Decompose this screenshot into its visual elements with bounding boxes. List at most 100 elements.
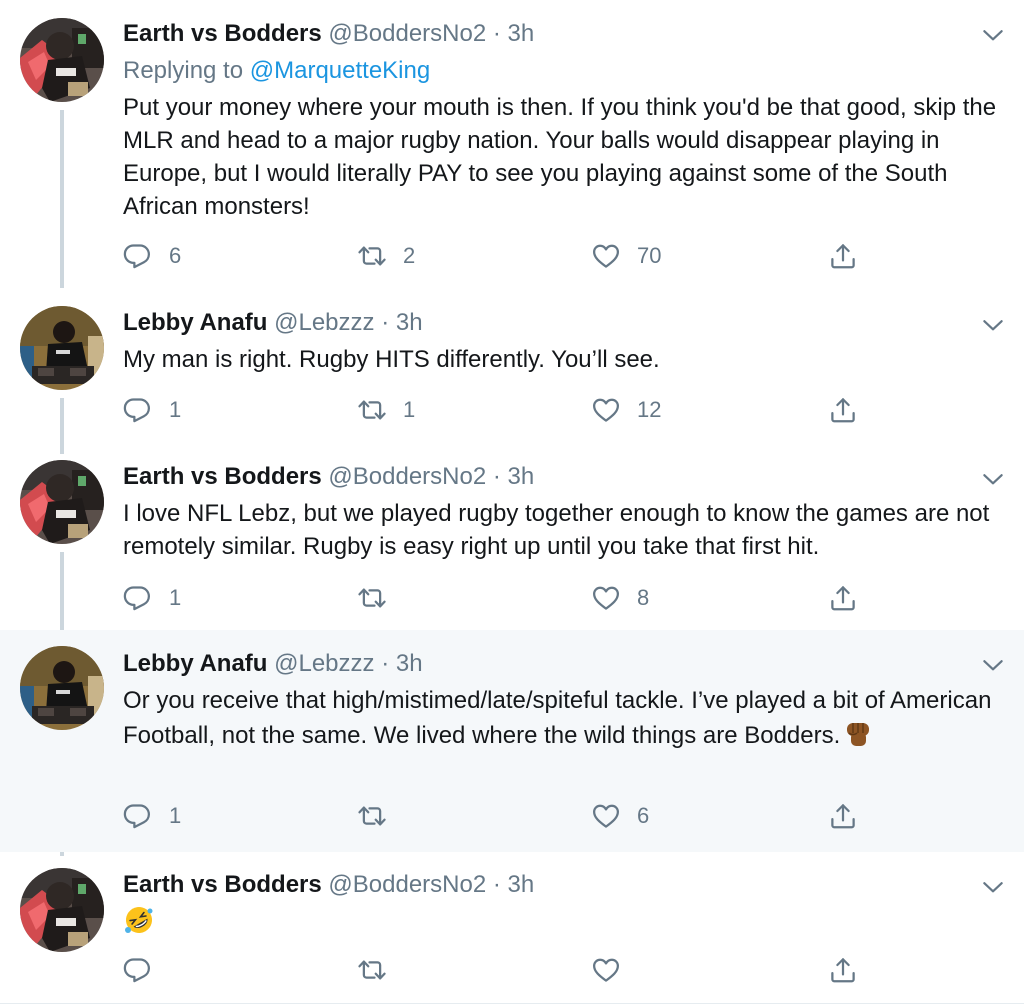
user-name[interactable]: Earth vs Bodders xyxy=(123,20,322,47)
retweet-icon xyxy=(357,241,387,271)
timestamp[interactable]: 3h xyxy=(396,309,423,336)
share-button[interactable] xyxy=(828,392,858,428)
share-button[interactable] xyxy=(828,238,858,274)
replying-prefix: Replying to xyxy=(123,57,250,84)
raised-fist-emoji-icon xyxy=(842,717,874,749)
avatar[interactable] xyxy=(20,460,104,544)
tweet-text: I love NFL Lebz, but we played rugby tog… xyxy=(123,500,990,560)
reply-icon xyxy=(123,801,153,831)
reply-icon xyxy=(123,241,153,271)
tweet-highlighted[interactable]: Lebby Anafu @Lebzzz · 3h Or you receive … xyxy=(0,630,1024,852)
share-button[interactable] xyxy=(828,798,858,834)
chevron-down-icon[interactable] xyxy=(980,312,1006,338)
retweet-button[interactable]: 1 xyxy=(357,392,415,428)
user-name[interactable]: Lebby Anafu xyxy=(123,650,267,677)
share-button[interactable] xyxy=(828,952,858,988)
reply-count: 6 xyxy=(169,243,182,268)
chevron-down-icon[interactable] xyxy=(980,466,1006,492)
like-button[interactable]: 70 xyxy=(591,238,661,274)
separator-dot: · xyxy=(492,20,501,47)
retweet-count: 1 xyxy=(403,397,416,422)
reply-icon xyxy=(123,583,153,613)
share-icon xyxy=(828,395,858,425)
user-handle[interactable]: @BoddersNo2 xyxy=(328,20,486,47)
chevron-down-icon[interactable] xyxy=(980,874,1006,900)
reply-button[interactable]: 6 xyxy=(123,238,181,274)
like-icon xyxy=(591,583,621,613)
share-icon xyxy=(828,801,858,831)
separator-dot: · xyxy=(492,463,501,490)
tweet-text: Put your money where your mouth is then.… xyxy=(123,94,997,220)
share-icon xyxy=(828,955,858,985)
share-icon xyxy=(828,583,858,613)
tweet-header: Lebby Anafu @Lebzzz · 3h xyxy=(123,649,423,679)
retweet-icon xyxy=(357,583,387,613)
tweet[interactable]: Earth vs Bodders @BoddersNo2 · 3h I love… xyxy=(0,444,1024,630)
tweet[interactable]: Earth vs Bodders @BoddersNo2 · 3h xyxy=(0,852,1024,1004)
timestamp[interactable]: 3h xyxy=(508,871,535,898)
retweet-button[interactable] xyxy=(357,798,403,834)
user-handle[interactable]: @Lebzzz xyxy=(274,650,374,677)
avatar[interactable] xyxy=(20,646,104,730)
rolling-laughing-emoji-icon xyxy=(123,904,155,936)
timestamp[interactable]: 3h xyxy=(508,20,535,47)
reply-button[interactable] xyxy=(123,952,169,988)
separator-dot: · xyxy=(381,309,390,336)
avatar[interactable] xyxy=(20,868,104,952)
like-button[interactable] xyxy=(591,952,637,988)
like-button[interactable]: 12 xyxy=(591,392,661,428)
tweet-header: Lebby Anafu @Lebzzz · 3h xyxy=(123,308,423,338)
like-count: 6 xyxy=(637,803,650,828)
reply-count: 1 xyxy=(169,803,182,828)
retweet-icon xyxy=(357,801,387,831)
tweet-actions: 6 2 70 xyxy=(123,238,1003,274)
retweet-icon xyxy=(357,955,387,985)
tweet-actions: 1 6 xyxy=(123,798,1003,834)
chevron-down-icon[interactable] xyxy=(980,652,1006,678)
share-icon xyxy=(828,241,858,271)
retweet-count: 2 xyxy=(403,243,416,268)
separator-dot: · xyxy=(381,650,390,677)
retweet-icon xyxy=(357,395,387,425)
share-button[interactable] xyxy=(828,580,858,616)
user-name[interactable]: Lebby Anafu xyxy=(123,309,267,336)
tweet-text-container xyxy=(123,904,1013,939)
retweet-button[interactable] xyxy=(357,580,403,616)
timestamp[interactable]: 3h xyxy=(396,650,423,677)
user-handle[interactable]: @BoddersNo2 xyxy=(328,871,486,898)
timestamp[interactable]: 3h xyxy=(508,463,535,490)
reply-button[interactable]: 1 xyxy=(123,392,181,428)
tweet-header: Earth vs Bodders @BoddersNo2 · 3h xyxy=(123,870,534,900)
tweet-actions xyxy=(123,952,1003,988)
chevron-down-icon[interactable] xyxy=(980,22,1006,48)
avatar[interactable] xyxy=(20,306,104,390)
like-count: 12 xyxy=(637,397,662,422)
conversation-thread: Earth vs Bodders @BoddersNo2 · 3h Replyi… xyxy=(0,0,1024,1008)
reply-icon xyxy=(123,395,153,425)
like-count: 70 xyxy=(637,243,662,268)
like-icon xyxy=(591,801,621,831)
like-icon xyxy=(591,955,621,985)
like-icon xyxy=(591,241,621,271)
mention-link[interactable]: @MarquetteKing xyxy=(250,57,430,84)
user-handle[interactable]: @Lebzzz xyxy=(274,309,374,336)
tweet-text: My man is right. Rugby HITS differently.… xyxy=(123,346,660,373)
separator-dot: · xyxy=(492,871,501,898)
like-button[interactable]: 6 xyxy=(591,798,649,834)
tweet-text-container: Or you receive that high/mistimed/late/s… xyxy=(123,684,1013,752)
retweet-button[interactable]: 2 xyxy=(357,238,415,274)
tweet[interactable]: Earth vs Bodders @BoddersNo2 · 3h Replyi… xyxy=(0,0,1024,290)
reply-button[interactable]: 1 xyxy=(123,798,181,834)
retweet-button[interactable] xyxy=(357,952,403,988)
avatar[interactable] xyxy=(20,18,104,102)
reply-count: 1 xyxy=(169,585,182,610)
user-name[interactable]: Earth vs Bodders xyxy=(123,463,322,490)
like-button[interactable]: 8 xyxy=(591,580,649,616)
tweet[interactable]: Lebby Anafu @Lebzzz · 3h My man is right… xyxy=(0,290,1024,444)
user-handle[interactable]: @BoddersNo2 xyxy=(328,463,486,490)
replying-to: Replying to @MarquetteKing xyxy=(123,56,430,86)
tweet-header: Earth vs Bodders @BoddersNo2 · 3h xyxy=(123,462,534,492)
reply-button[interactable]: 1 xyxy=(123,580,181,616)
user-name[interactable]: Earth vs Bodders xyxy=(123,871,322,898)
like-count: 8 xyxy=(637,585,650,610)
